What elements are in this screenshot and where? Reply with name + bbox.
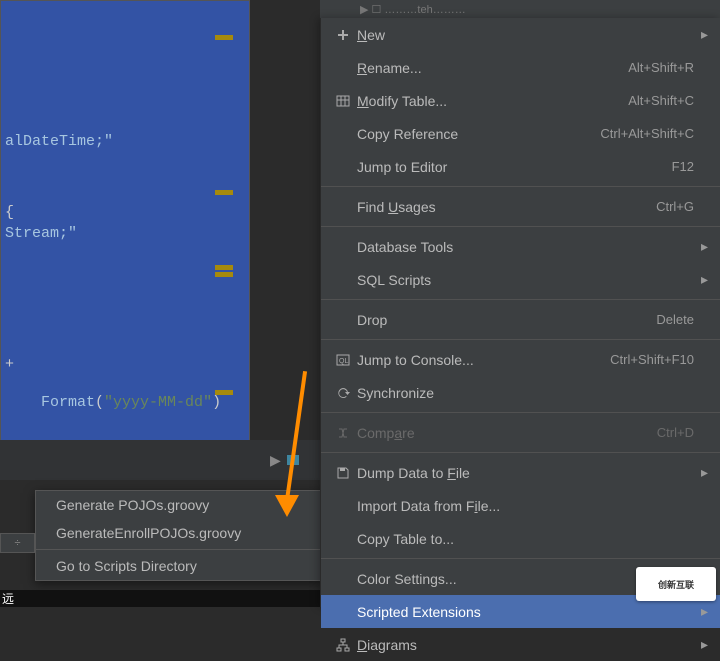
menu-label: Diagrams	[357, 637, 694, 653]
menu-label: Copy Reference	[357, 126, 590, 142]
menu-item-compare: Compare Ctrl+D	[321, 416, 720, 449]
menu-label: Compare	[357, 425, 647, 441]
menu-item-modify-table[interactable]: Modify Table... Alt+Shift+C	[321, 84, 720, 117]
code-text: )	[212, 394, 221, 411]
plus-icon	[329, 28, 357, 42]
menu-item-find-usages[interactable]: Find Usages Ctrl+G	[321, 190, 720, 223]
code-text: Stream;"	[5, 225, 77, 242]
menu-item-diagrams[interactable]: Diagrams▸	[321, 628, 720, 661]
menu-label: Import Data from File...	[357, 498, 694, 514]
menu-label: Modify Table...	[357, 93, 618, 109]
shortcut: Alt+Shift+C	[628, 93, 694, 108]
submenu-item-generate-pojos[interactable]: Generate POJOs.groovy	[36, 491, 324, 519]
compare-icon	[329, 426, 357, 440]
submenu-arrow-icon: ▸	[694, 26, 708, 43]
menu-label: Jump to Console...	[357, 352, 600, 368]
shortcut: Ctrl+D	[657, 425, 694, 440]
separator	[321, 558, 720, 559]
separator	[36, 549, 324, 550]
menu-item-synchronize[interactable]: Synchronize	[321, 376, 720, 409]
menu-item-rename[interactable]: Rename... Alt+Shift+R	[321, 51, 720, 84]
menu-item-import-data-from-file[interactable]: Import Data from File...	[321, 489, 720, 522]
menu-item-copy-reference[interactable]: Copy Reference Ctrl+Alt+Shift+C	[321, 117, 720, 150]
save-icon	[329, 466, 357, 480]
watermark-logo: 创新互联	[636, 567, 716, 601]
separator	[321, 299, 720, 300]
menu-item-database-tools[interactable]: Database Tools▸	[321, 230, 720, 263]
shortcut: F12	[672, 159, 694, 174]
context-menu-fragment: ▶ ☐ ………teh………	[320, 0, 720, 18]
separator	[321, 339, 720, 340]
menu-item-drop[interactable]: Drop Delete	[321, 303, 720, 336]
separator	[321, 412, 720, 413]
console-icon: QL	[329, 353, 357, 367]
menu-label: Drop	[357, 312, 646, 328]
menu-label: Dump Data to File	[357, 465, 694, 481]
menu-label: Find Usages	[357, 199, 646, 215]
menu-item-jump-to-editor[interactable]: Jump to Editor F12	[321, 150, 720, 183]
context-menu: New▸Rename...Alt+Shift+RModify Table...A…	[320, 18, 720, 607]
splitter-control[interactable]: ÷	[0, 533, 35, 553]
menu-label: Rename...	[357, 60, 618, 76]
separator	[321, 226, 720, 227]
menu-item-sql-scripts[interactable]: SQL Scripts▸	[321, 263, 720, 296]
menu-label: Copy Table to...	[357, 531, 694, 547]
code-text: Format	[41, 394, 95, 411]
shortcut: Ctrl+G	[656, 199, 694, 214]
submenu-arrow-icon: ▸	[694, 603, 708, 620]
menu-item-copy-table-to[interactable]: Copy Table to...	[321, 522, 720, 555]
play-icon[interactable]: ▶	[270, 452, 281, 469]
submenu-item-go-to-scripts[interactable]: Go to Scripts Directory	[36, 552, 324, 580]
annotation-arrow	[285, 370, 289, 500]
code-text: alDateTime;"	[5, 133, 113, 150]
code-text: "yyyy-MM-dd"	[104, 394, 212, 411]
svg-text:QL: QL	[339, 358, 348, 365]
diagram-icon	[329, 638, 357, 652]
menu-label: Jump to Editor	[357, 159, 662, 175]
menu-item-dump-data-to-file[interactable]: Dump Data to File▸	[321, 456, 720, 489]
code-text: +	[5, 356, 14, 373]
menu-label: Scripted Extensions	[357, 604, 694, 620]
taskbar-text: 远	[2, 590, 14, 607]
submenu-arrow-icon: ▸	[694, 238, 708, 255]
progress-icon	[287, 455, 299, 465]
separator	[321, 452, 720, 453]
shortcut: Ctrl+Shift+F10	[610, 352, 694, 367]
menu-label: New	[357, 27, 694, 43]
shortcut: Alt+Shift+R	[628, 60, 694, 75]
submenu-item-generate-enroll[interactable]: GenerateEnrollPOJOs.groovy	[36, 519, 324, 547]
menu-item-jump-to-console[interactable]: QL Jump to Console... Ctrl+Shift+F10	[321, 343, 720, 376]
run-toolbar: ▶	[0, 440, 320, 480]
menu-label: Synchronize	[357, 385, 694, 401]
shortcut: Ctrl+Alt+Shift+C	[600, 126, 694, 141]
scripts-submenu: Generate POJOs.groovy GenerateEnrollPOJO…	[35, 490, 325, 581]
sync-icon	[329, 386, 357, 400]
submenu-arrow-icon: ▸	[694, 464, 708, 481]
code-editor[interactable]: alDateTime;" { Stream;" + Format("yyyy-M…	[0, 0, 250, 470]
menu-label: SQL Scripts	[357, 272, 694, 288]
code-text: {	[5, 204, 14, 221]
submenu-arrow-icon: ▸	[694, 636, 708, 653]
menu-item-new[interactable]: New▸	[321, 18, 720, 51]
separator	[321, 186, 720, 187]
code-text: (	[95, 394, 104, 411]
menu-label: Database Tools	[357, 239, 694, 255]
submenu-arrow-icon: ▸	[694, 271, 708, 288]
table-icon	[329, 94, 357, 108]
shortcut: Delete	[656, 312, 694, 327]
